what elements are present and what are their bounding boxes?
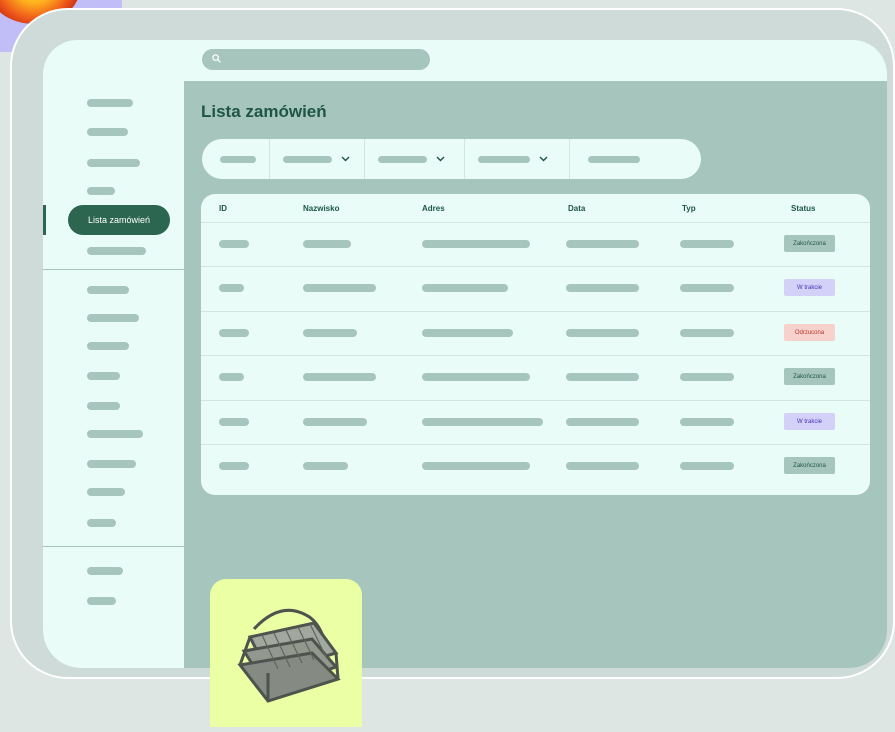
sidebar-item[interactable] — [87, 488, 125, 496]
sidebar-item[interactable] — [87, 460, 136, 468]
column-header-adres[interactable]: Adres — [422, 204, 445, 213]
chevron-down-icon — [539, 154, 549, 164]
filter-bar — [202, 139, 701, 179]
column-header-status[interactable]: Status — [791, 204, 815, 213]
active-indicator — [43, 205, 46, 235]
device-frame: Lista zamówień Lista zamówień ID Nazwisk… — [10, 8, 895, 679]
table-row[interactable]: W trakcie — [201, 400, 870, 444]
basket-card — [210, 579, 362, 727]
table-row[interactable]: Zakończona — [201, 444, 870, 488]
column-header-nazwisko[interactable]: Nazwisko — [303, 204, 339, 213]
status-badge: Zakończona — [784, 235, 835, 252]
sidebar-item[interactable] — [87, 187, 115, 195]
sidebar-item[interactable] — [87, 402, 120, 410]
table-row[interactable]: Zakończona — [201, 222, 870, 266]
filter-dropdown[interactable] — [478, 139, 549, 179]
table-row[interactable]: W trakcie — [201, 266, 870, 310]
table-row[interactable]: Zakończona — [201, 355, 870, 399]
sidebar-item[interactable] — [87, 128, 128, 136]
filter-field[interactable] — [588, 139, 640, 179]
search-bar[interactable] — [202, 49, 430, 70]
sidebar-item[interactable] — [87, 430, 143, 438]
sidebar-item[interactable] — [87, 286, 129, 294]
sidebar-item[interactable] — [87, 597, 116, 605]
sidebar-item[interactable] — [87, 567, 123, 575]
filter-field[interactable] — [220, 139, 256, 179]
chevron-down-icon — [341, 154, 351, 164]
filter-dropdown[interactable] — [283, 139, 351, 179]
status-badge: W trakcie — [784, 413, 835, 430]
search-input[interactable] — [225, 54, 405, 65]
sidebar-item[interactable] — [87, 247, 146, 255]
sidebar-divider — [43, 269, 184, 270]
status-badge: Odrzucona — [784, 324, 835, 341]
app-screen: Lista zamówień Lista zamówień ID Nazwisk… — [43, 40, 887, 668]
column-header-data[interactable]: Data — [568, 204, 585, 213]
orders-table: ID Nazwisko Adres Data Typ Status Zakońc… — [201, 194, 870, 495]
sidebar-item[interactable] — [87, 99, 133, 107]
sidebar-item[interactable] — [87, 342, 129, 350]
filter-dropdown[interactable] — [378, 139, 446, 179]
page-title: Lista zamówień — [201, 102, 327, 121]
sidebar-item[interactable] — [87, 314, 139, 322]
sidebar-item-lista-zamowien[interactable]: Lista zamówień — [68, 205, 170, 235]
status-badge: Zakończona — [784, 457, 835, 474]
sidebar-item[interactable] — [87, 372, 120, 380]
column-header-typ[interactable]: Typ — [682, 204, 696, 213]
status-badge: Zakończona — [784, 368, 835, 385]
status-badge: W trakcie — [784, 279, 835, 296]
sidebar: Lista zamówień — [43, 81, 184, 668]
sidebar-item[interactable] — [87, 519, 116, 527]
basket-icon — [237, 608, 341, 703]
chevron-down-icon — [436, 154, 446, 164]
sidebar-item[interactable] — [87, 159, 140, 167]
sidebar-divider — [43, 546, 184, 547]
top-bar — [43, 40, 887, 81]
table-row[interactable]: Odrzucona — [201, 311, 870, 355]
search-icon — [212, 53, 221, 66]
column-header-id[interactable]: ID — [219, 204, 227, 213]
